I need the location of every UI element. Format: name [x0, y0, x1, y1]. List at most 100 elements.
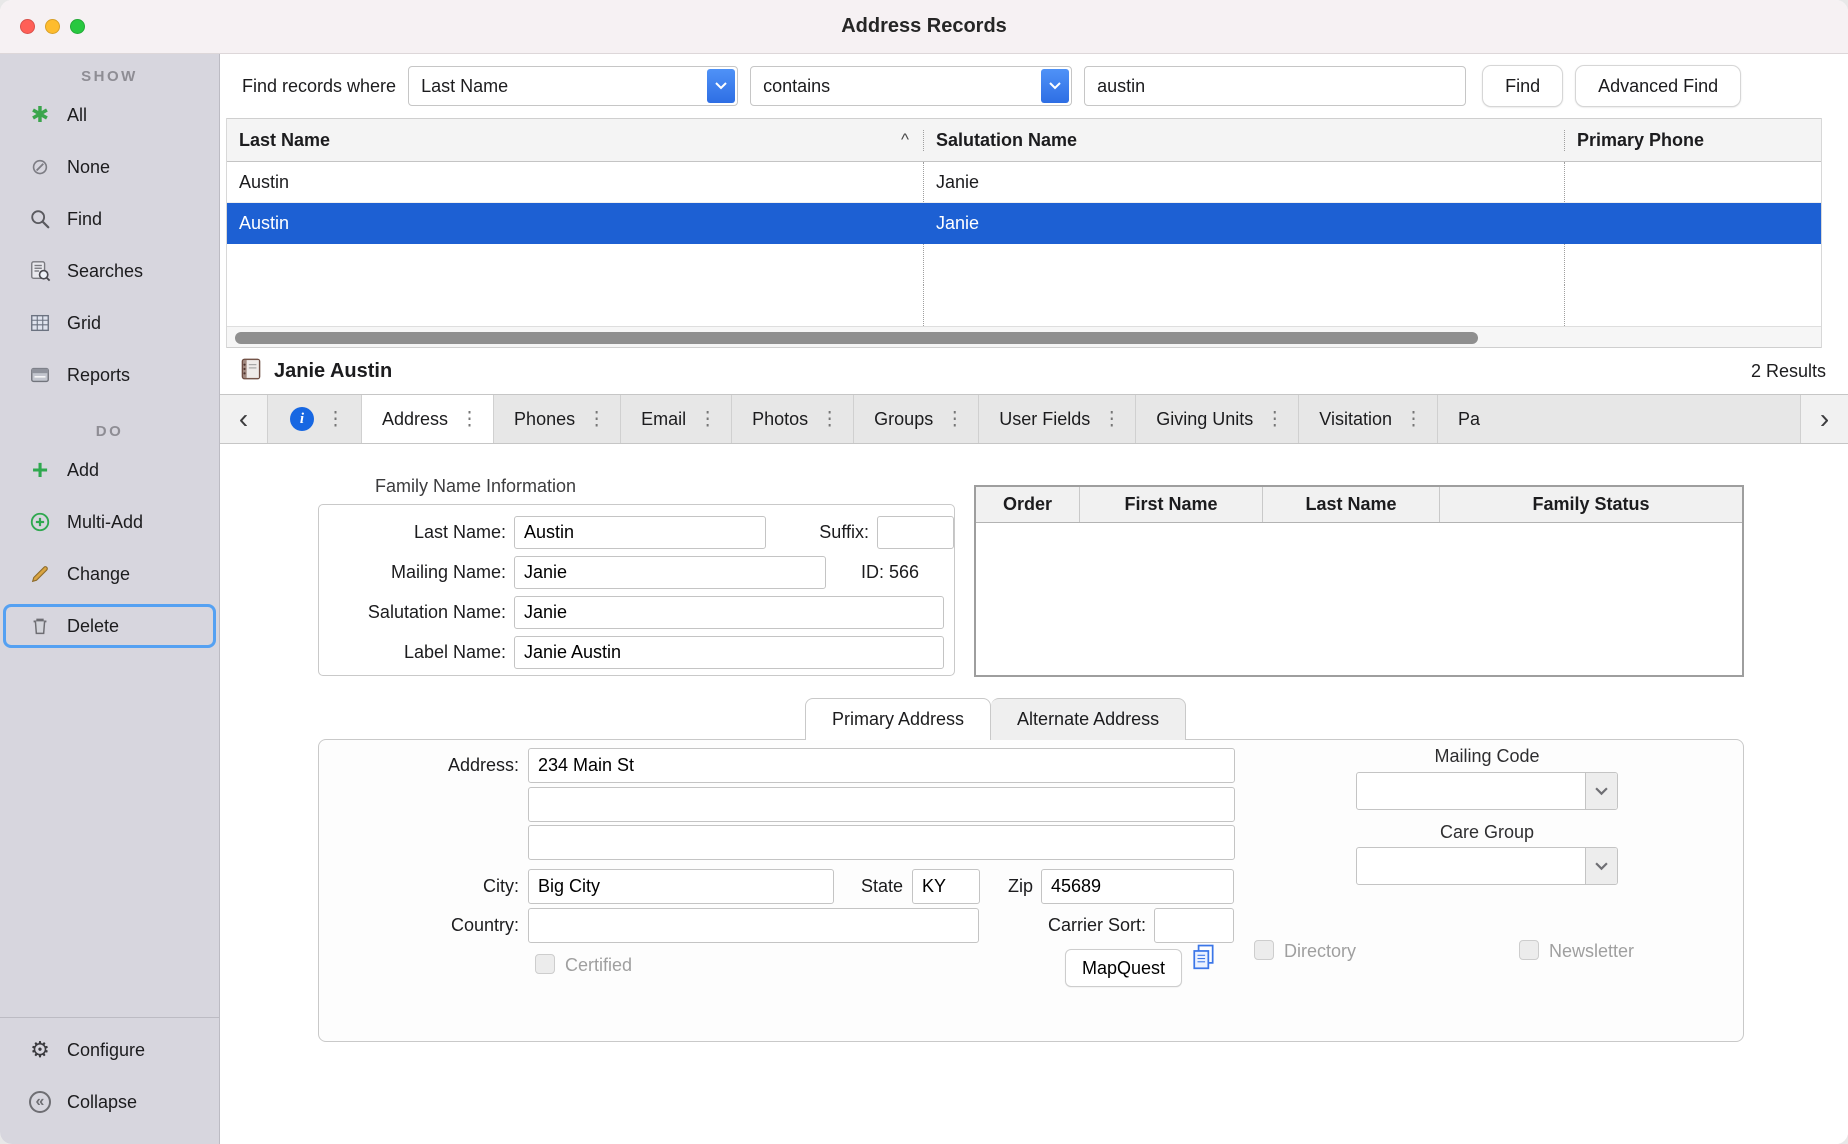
kebab-menu-icon[interactable]: ⋮ [818, 408, 841, 431]
minimize-window-button[interactable] [45, 19, 60, 34]
tab-scroll-right-button[interactable]: › [1800, 395, 1848, 443]
care-group-label: Care Group [1356, 822, 1618, 843]
mapquest-button[interactable]: MapQuest [1065, 949, 1182, 987]
copy-pages-icon[interactable] [1191, 943, 1217, 978]
pencil-icon [25, 563, 55, 585]
last-name-field[interactable] [514, 516, 766, 549]
zip-field[interactable] [1041, 869, 1234, 904]
sidebar-item-delete[interactable]: Delete [3, 604, 216, 648]
sidebar-footer: ⚙ Configure « Collapse [0, 1017, 219, 1144]
kebab-menu-icon[interactable]: ⋮ [1263, 408, 1286, 431]
table-row-empty [227, 285, 1821, 326]
record-name: Janie Austin [274, 360, 392, 383]
sidebar-item-multi-add[interactable]: Multi-Add [3, 500, 216, 544]
kebab-menu-icon[interactable]: ⋮ [1402, 408, 1425, 431]
column-header-last-name[interactable]: Last Name ^ [227, 130, 924, 151]
certified-checkbox[interactable] [535, 954, 555, 974]
horizontal-scrollbar[interactable] [227, 326, 1821, 348]
directory-checkbox[interactable] [1254, 940, 1274, 960]
newsletter-checkbox[interactable] [1519, 940, 1539, 960]
collapse-circle-icon: « [29, 1091, 51, 1113]
sidebar-item-searches[interactable]: Searches [3, 249, 216, 293]
sidebar-item-add[interactable]: + Add [3, 448, 216, 492]
address-line3-field[interactable] [528, 825, 1235, 860]
tab-email[interactable]: Email ⋮ [621, 395, 732, 443]
sidebar-item-find[interactable]: Find [3, 197, 216, 241]
sidebar-item-collapse[interactable]: « Collapse [3, 1080, 216, 1124]
grid-icon [25, 312, 55, 334]
last-name-label: Last Name: [319, 522, 506, 543]
sidebar-item-none[interactable]: ⊘ None [3, 145, 216, 189]
kebab-menu-icon[interactable]: ⋮ [324, 408, 347, 431]
find-button[interactable]: Find [1482, 65, 1563, 107]
state-field[interactable] [912, 869, 980, 904]
sidebar-item-label: Multi-Add [67, 512, 143, 533]
tab-visitation[interactable]: Visitation ⋮ [1299, 395, 1438, 443]
sidebar-item-change[interactable]: Change [3, 552, 216, 596]
salutation-name-field[interactable] [514, 596, 944, 629]
carrier-sort-field[interactable] [1154, 908, 1234, 943]
address-tabs: Primary Address Alternate Address [805, 698, 1186, 740]
address-line2-field[interactable] [528, 787, 1235, 822]
address-line1-field[interactable] [528, 748, 1235, 783]
column-header-primary-phone[interactable]: Primary Phone [1565, 130, 1821, 151]
tab-alternate-address[interactable]: Alternate Address [991, 698, 1186, 740]
field-dropdown[interactable]: Last Name [408, 66, 738, 106]
column-header-last-name[interactable]: Last Name [1263, 487, 1440, 522]
trash-icon [25, 615, 55, 637]
zoom-window-button[interactable] [70, 19, 85, 34]
advanced-find-button[interactable]: Advanced Find [1575, 65, 1741, 107]
column-header-family-status[interactable]: Family Status [1440, 487, 1742, 522]
column-header-first-name[interactable]: First Name [1080, 487, 1263, 522]
sidebar-item-all[interactable]: ✱ All [3, 93, 216, 137]
tab-giving-units[interactable]: Giving Units ⋮ [1136, 395, 1299, 443]
address-label: Address: [369, 755, 519, 776]
suffix-field[interactable] [877, 516, 954, 549]
mailing-name-label: Mailing Name: [319, 562, 506, 583]
column-header-order[interactable]: Order [976, 487, 1080, 522]
tab-label: Giving Units [1156, 409, 1253, 430]
sidebar-item-configure[interactable]: ⚙ Configure [3, 1028, 216, 1072]
kebab-menu-icon[interactable]: ⋮ [1100, 408, 1123, 431]
tab-photos[interactable]: Photos ⋮ [732, 395, 854, 443]
tab-primary-address[interactable]: Primary Address [805, 698, 991, 740]
tab-phones[interactable]: Phones ⋮ [494, 395, 621, 443]
city-field[interactable] [528, 869, 834, 904]
search-input[interactable] [1084, 66, 1466, 106]
plus-icon: + [25, 456, 55, 484]
chevron-down-icon [1585, 773, 1617, 809]
sidebar-item-grid[interactable]: Grid [3, 301, 216, 345]
table-row-selected[interactable]: Austin Janie [227, 203, 1821, 244]
country-label: Country: [369, 915, 519, 936]
scrollbar-thumb[interactable] [235, 332, 1478, 344]
asterisk-icon: ✱ [25, 104, 55, 126]
table-row[interactable]: Austin Janie [227, 162, 1821, 203]
tab-scroll-left-button[interactable]: ‹ [220, 395, 268, 443]
tab-label: Groups [874, 409, 933, 430]
tab-truncated[interactable]: Pa [1438, 395, 1800, 443]
kebab-menu-icon[interactable]: ⋮ [696, 408, 719, 431]
tab-groups[interactable]: Groups ⋮ [854, 395, 979, 443]
circle-plus-icon [25, 511, 55, 533]
mailing-name-field[interactable] [514, 556, 826, 589]
sidebar-item-reports[interactable]: Reports [3, 353, 216, 397]
close-window-button[interactable] [20, 19, 35, 34]
kebab-menu-icon[interactable]: ⋮ [458, 408, 481, 431]
find-records-where-label: Find records where [242, 76, 396, 97]
directory-label: Directory [1284, 941, 1356, 962]
tab-info[interactable]: i ⋮ [268, 395, 362, 443]
operator-dropdown[interactable]: contains [750, 66, 1072, 106]
reports-icon [25, 364, 55, 386]
mailing-code-dropdown[interactable] [1356, 772, 1618, 810]
kebab-menu-icon[interactable]: ⋮ [585, 408, 608, 431]
sidebar-item-label: Searches [67, 261, 143, 282]
country-field[interactable] [528, 908, 979, 943]
salutation-name-label: Salutation Name: [319, 602, 506, 623]
kebab-menu-icon[interactable]: ⋮ [943, 408, 966, 431]
cell-last-name: Austin [227, 203, 924, 244]
tab-address[interactable]: Address ⋮ [362, 395, 494, 443]
care-group-dropdown[interactable] [1356, 847, 1618, 885]
tab-user-fields[interactable]: User Fields ⋮ [979, 395, 1136, 443]
label-name-field[interactable] [514, 636, 944, 669]
column-header-salutation-name[interactable]: Salutation Name [924, 130, 1565, 151]
